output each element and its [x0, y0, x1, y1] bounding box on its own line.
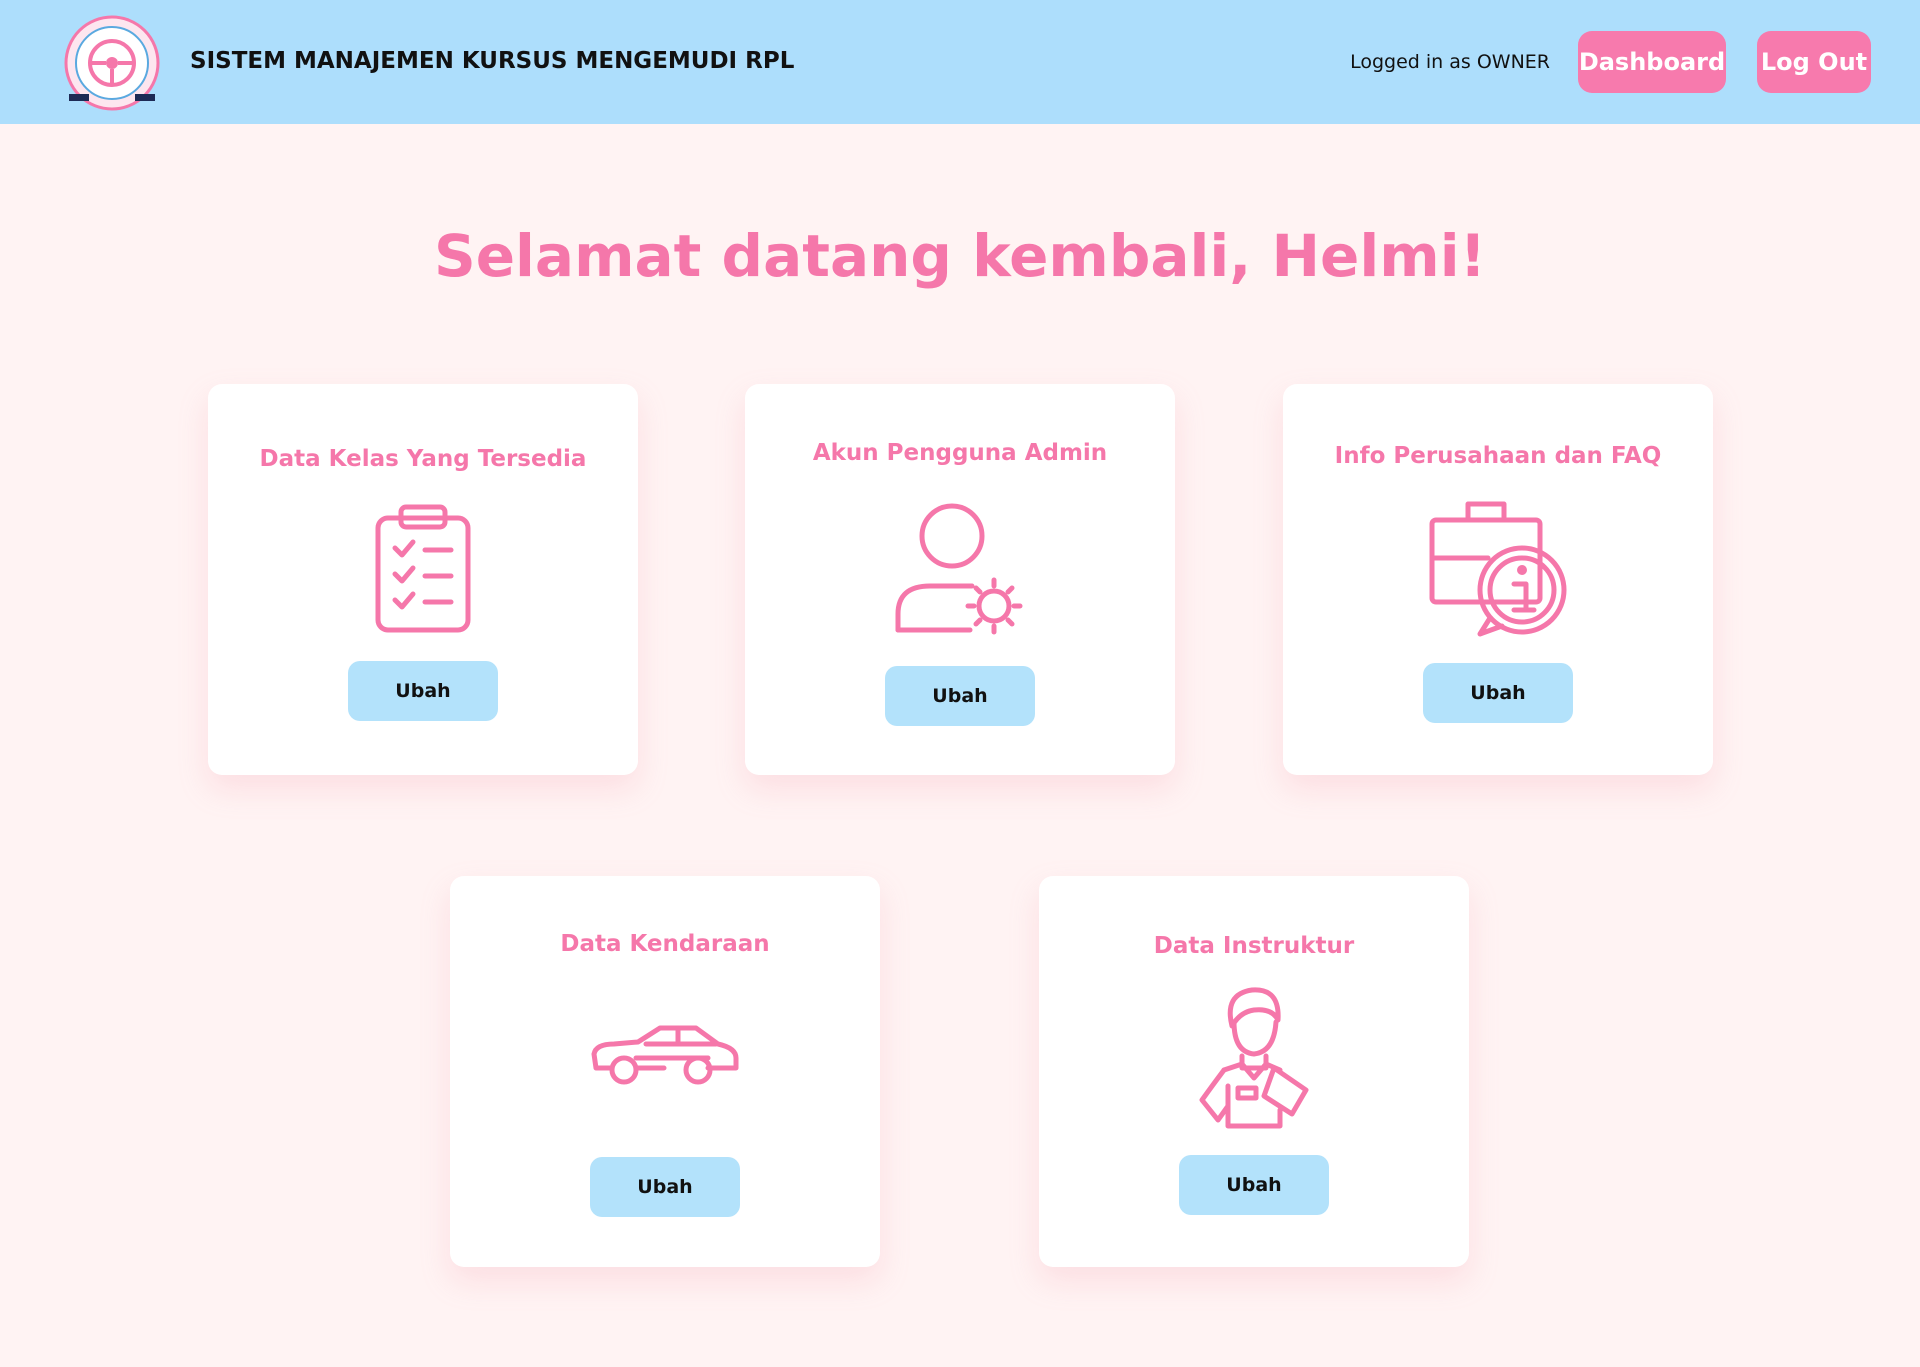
card-title: Data Kendaraan — [560, 931, 770, 957]
edit-button[interactable]: Ubah — [348, 661, 498, 721]
welcome-heading: Selamat datang kembali, Helmi! — [433, 222, 1487, 290]
clipboard-checklist-icon — [373, 504, 473, 638]
app-title: SISTEM MANAJEMEN KURSUS MENGEMUDI RPL — [190, 48, 795, 74]
edit-button[interactable]: Ubah — [590, 1157, 740, 1217]
user-settings-icon — [890, 502, 1030, 642]
logout-button[interactable]: Log Out — [1757, 31, 1871, 93]
card-info-perusahaan: Info Perusahaan dan FAQ Ubah — [1283, 384, 1713, 775]
card-title: Info Perusahaan dan FAQ — [1334, 443, 1662, 469]
card-title: Data Kelas Yang Tersedia — [259, 446, 587, 472]
instructor-icon — [1194, 986, 1314, 1134]
steering-wheel-logo-icon — [64, 15, 160, 111]
card-data-kelas: Data Kelas Yang Tersedia Ubah — [208, 384, 638, 775]
logged-in-status: Logged in as OWNER — [1350, 51, 1550, 73]
car-icon — [590, 1024, 740, 1092]
card-title: Data Instruktur — [1153, 933, 1355, 959]
edit-button[interactable]: Ubah — [1423, 663, 1573, 723]
edit-button[interactable]: Ubah — [885, 666, 1035, 726]
card-akun-pengguna: Akun Pengguna Admin Ubah — [745, 384, 1175, 775]
card-title: Akun Pengguna Admin — [812, 440, 1108, 466]
card-data-instruktur: Data Instruktur Ubah — [1039, 876, 1469, 1267]
dashboard-button[interactable]: Dashboard — [1578, 31, 1726, 93]
card-data-kendaraan: Data Kendaraan Ubah — [450, 876, 880, 1267]
top-navbar: SISTEM MANAJEMEN KURSUS MENGEMUDI RPL Lo… — [0, 0, 1920, 124]
logo[interactable] — [63, 14, 161, 112]
briefcase-info-icon — [1428, 498, 1568, 642]
edit-button[interactable]: Ubah — [1179, 1155, 1329, 1215]
